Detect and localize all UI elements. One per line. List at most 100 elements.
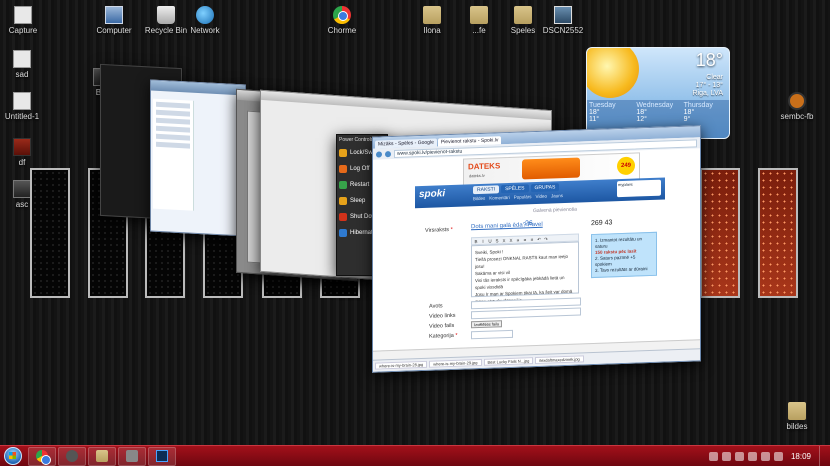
folder-icon xyxy=(470,6,488,24)
chrome-icon xyxy=(333,6,351,24)
breadcrumb: Galvenā pievienoša xyxy=(533,206,577,215)
align-center-button[interactable]: ≡ xyxy=(522,237,528,242)
folder-icon xyxy=(514,6,532,24)
taskbar-explorer[interactable] xyxy=(88,446,116,466)
choose-file-button[interactable]: Izvēlēties failu xyxy=(471,320,503,329)
clock[interactable]: 18:09 xyxy=(791,452,811,461)
computer-icon xyxy=(105,6,123,24)
align-left-button[interactable]: ≡ xyxy=(515,238,521,243)
system-tray: 18:09 xyxy=(708,451,819,461)
undo-button[interactable]: ↶ xyxy=(536,237,542,242)
weather-condition: Clear xyxy=(706,74,723,81)
chrome-icon xyxy=(36,450,51,465)
video-link-input[interactable] xyxy=(471,307,581,320)
subnav-link[interactable]: Populārs xyxy=(514,194,532,200)
body-editor[interactable]: Sveiki, Spoki ! Tiešā prosezi ONKNAL RAS… xyxy=(471,241,579,304)
explorer-window-preview[interactable] xyxy=(150,79,246,237)
character-count: 269 43 xyxy=(591,219,613,228)
category-select[interactable] xyxy=(471,329,513,340)
ad-graphic xyxy=(522,157,580,180)
nav-tab-raksti[interactable]: RAKSTI xyxy=(473,185,500,195)
wallpaper-tile xyxy=(700,168,740,298)
weather-location: Riga, LVA xyxy=(692,90,723,97)
nav-tab-speles[interactable]: SPĒLES xyxy=(501,184,529,194)
windows-logo-icon xyxy=(4,447,22,465)
desktop-icon-dscn2552[interactable]: DSCN2552 xyxy=(533,6,593,35)
start-button[interactable] xyxy=(0,446,26,466)
ad-logo: DATEKS xyxy=(468,161,501,172)
download-item[interactable]: where-is-my-brain-28.jpg xyxy=(375,360,428,370)
redo-button[interactable]: ↷ xyxy=(543,237,549,242)
subnav-link[interactable]: Bildes xyxy=(473,196,485,201)
weather-gadget[interactable]: 18° Clear 17° - 13° Riga, LVA Tuesday 18… xyxy=(586,47,730,139)
folder-icon xyxy=(423,6,441,24)
desktop-icon-sembc-fb[interactable]: sembc-fb xyxy=(767,92,827,121)
document-icon xyxy=(13,92,31,110)
underline-button[interactable]: U xyxy=(487,239,493,244)
back-icon[interactable] xyxy=(376,150,382,158)
desktop-icon-bildes[interactable]: bildes xyxy=(767,402,827,431)
download-item[interactable]: Best Lucky Fails N...jpg xyxy=(483,357,534,366)
align-right-button[interactable]: ≡ xyxy=(529,237,535,242)
navigation-pane xyxy=(153,98,194,211)
image-file-icon xyxy=(13,138,31,156)
title-label: Virsraksts * xyxy=(425,226,453,234)
desktop-icon-sad[interactable]: sad xyxy=(0,50,52,79)
taskbar-media[interactable] xyxy=(58,446,86,466)
forward-icon[interactable] xyxy=(385,150,391,157)
window-titlebar xyxy=(261,90,551,121)
user-panel[interactable]: mypaws xyxy=(617,179,661,198)
desktop-icon-chrome[interactable]: Chorme xyxy=(312,6,372,35)
show-desktop-button[interactable] xyxy=(819,446,830,466)
bold-button[interactable]: B xyxy=(473,239,479,244)
photoshop-icon xyxy=(156,450,168,462)
username: mypaws xyxy=(618,181,633,188)
download-item[interactable]: where-is-my-brain-29.jpg xyxy=(429,358,482,368)
superscript-button[interactable]: X xyxy=(508,238,514,243)
subnav-link[interactable]: Video xyxy=(536,194,547,199)
ad-subtitle: dateks.lv xyxy=(469,172,485,179)
strike-button[interactable]: S xyxy=(494,238,500,243)
restart-icon xyxy=(339,181,347,189)
taskbar-chrome[interactable] xyxy=(28,446,56,466)
logoff-icon xyxy=(339,165,347,173)
tray-icon[interactable] xyxy=(734,451,744,461)
subnav-link[interactable]: Komentāri xyxy=(489,195,510,201)
tray-icon[interactable] xyxy=(721,451,731,461)
site-logo[interactable]: spoki xyxy=(419,188,445,200)
sun-icon xyxy=(587,48,639,98)
app-icon xyxy=(126,450,138,462)
tray-icon[interactable] xyxy=(708,451,718,461)
subnav-link[interactable]: Jauns xyxy=(551,193,563,198)
desktop-icon-df[interactable]: df xyxy=(0,138,52,167)
site-header: spoki RAKSTI SPĒLES GRUPAS Bildes Koment… xyxy=(415,177,665,209)
download-item[interactable]: ilexdaftmaxedzinek.jpg xyxy=(535,355,584,365)
hibernate-icon xyxy=(339,229,347,237)
taskbar-app[interactable] xyxy=(118,446,146,466)
desktop-icon-computer[interactable]: Computer xyxy=(84,6,144,35)
taskbar: 18:09 xyxy=(0,445,830,466)
desktop-icon-capture[interactable]: Capture xyxy=(0,6,53,35)
window-titlebar xyxy=(151,80,245,96)
shutdown-icon xyxy=(339,213,347,221)
tray-icon[interactable] xyxy=(747,451,757,461)
image-file-icon xyxy=(554,6,572,24)
browser-window[interactable]: Mizāks - Spēles - Google Pievienot rakst… xyxy=(372,125,701,373)
network-icon xyxy=(196,6,214,24)
site-nav: RAKSTI SPĒLES GRUPAS xyxy=(473,183,560,195)
ad-price-badge: 249 xyxy=(617,156,635,176)
recycle-bin-icon xyxy=(157,6,175,24)
folder-icon xyxy=(788,402,806,420)
subscript-button[interactable]: X xyxy=(501,238,507,243)
folder-icon xyxy=(96,450,108,462)
taskbar-photoshop[interactable] xyxy=(148,446,176,466)
italic-button[interactable]: I xyxy=(480,239,486,244)
nav-tab-grupas[interactable]: GRUPAS xyxy=(530,183,560,193)
network-icon[interactable] xyxy=(760,451,770,461)
media-icon xyxy=(66,450,78,462)
volume-icon[interactable] xyxy=(773,451,783,461)
wallpaper-tile xyxy=(758,168,798,298)
desktop-icon-untitled-1[interactable]: Untitled-1 xyxy=(0,92,52,121)
archive-icon xyxy=(788,92,806,110)
desktop-icon-network[interactable]: Network xyxy=(175,6,235,35)
